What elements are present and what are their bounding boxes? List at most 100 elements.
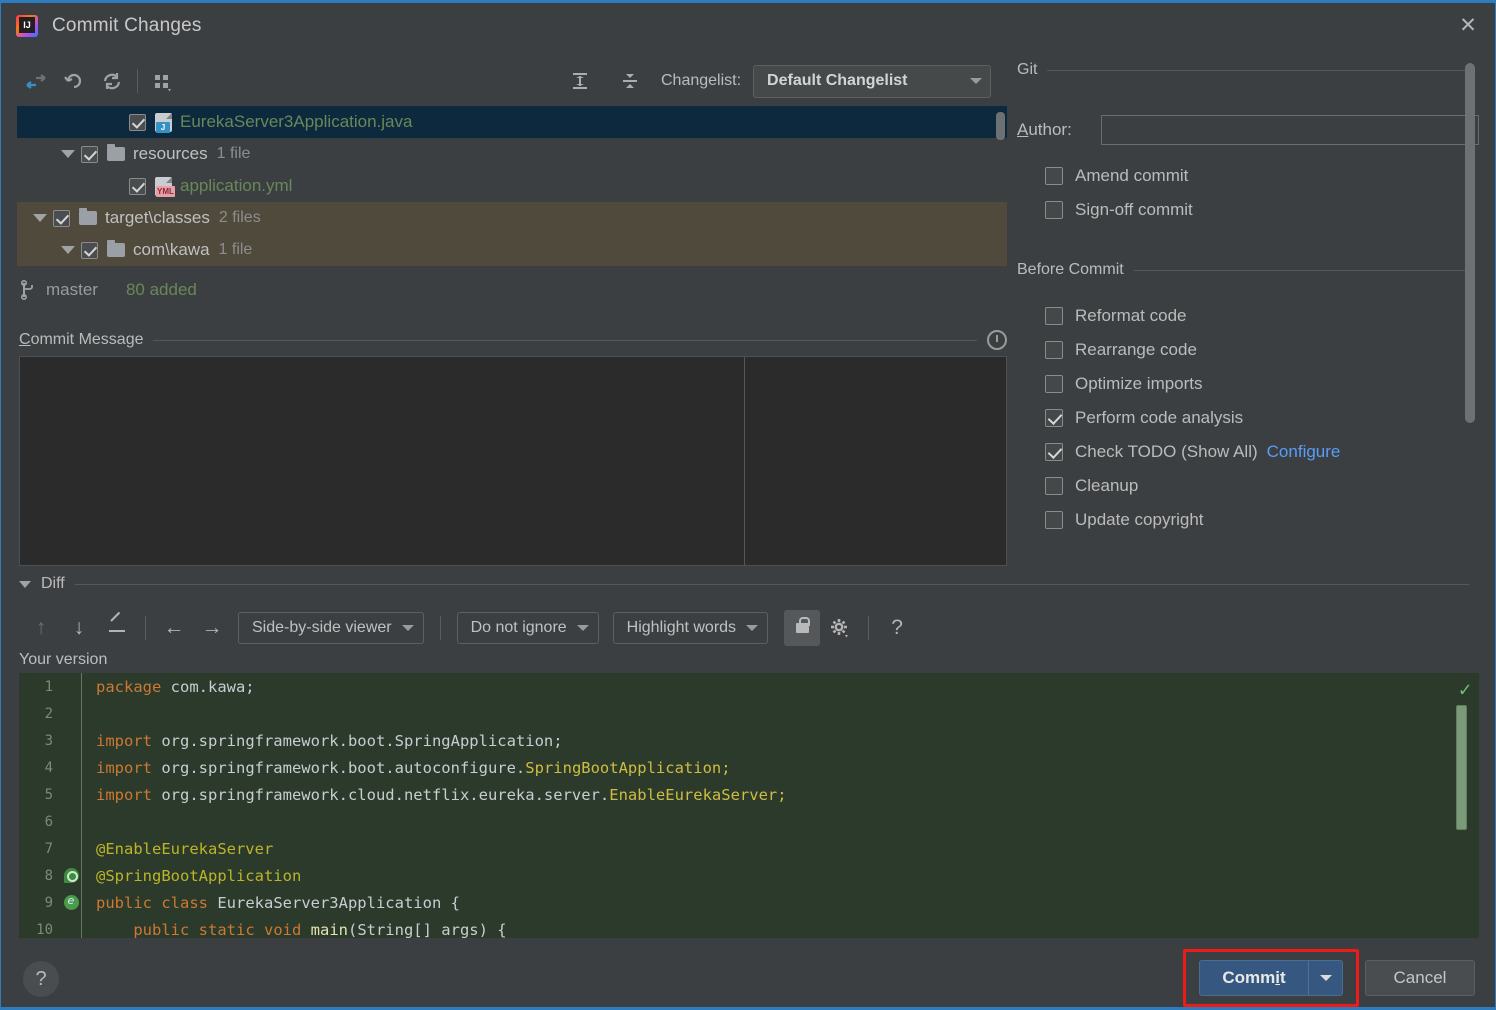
gutter-divider [81, 835, 82, 862]
tree-row[interactable]: resources1 file [17, 138, 1007, 170]
expand-all-icon[interactable] [561, 62, 599, 100]
chevron-down-icon[interactable] [33, 214, 47, 222]
checkbox[interactable] [1045, 511, 1063, 529]
divider [1134, 270, 1469, 271]
changelist-controls: Changelist: Default Changelist [561, 59, 991, 103]
gutter-divider [81, 781, 82, 808]
checkbox-row[interactable]: Amend commit [1017, 159, 1479, 193]
divider [153, 340, 977, 341]
highlight-mode-dropdown[interactable]: Highlight words [613, 612, 768, 644]
commit-message-label-rest: ommit Message [31, 331, 144, 348]
arrow-right-icon[interactable]: → [194, 610, 230, 646]
commit-button[interactable]: Commit [1199, 960, 1343, 996]
tree-row-checkbox[interactable] [53, 210, 70, 227]
ignore-mode-dropdown[interactable]: Do not ignore [457, 612, 599, 644]
tree-row[interactable]: J EurekaServer3Application.java [17, 106, 1007, 138]
changelist-label-text: Changelist: [661, 72, 741, 89]
configure-link[interactable]: Configure [1267, 442, 1341, 462]
clock-history-icon[interactable] [987, 330, 1007, 350]
checkbox-label: Perform code analysis [1075, 408, 1243, 428]
code-token: org.springframework.cloud.netflix.eureka… [161, 786, 609, 804]
checkbox[interactable] [1045, 409, 1063, 427]
chevron-down-icon[interactable] [61, 150, 75, 158]
line-number: 8 [19, 868, 61, 884]
gear-icon[interactable] [822, 610, 858, 646]
commit-button-label: Commit [1200, 961, 1308, 995]
author-row: Author: [1017, 115, 1479, 145]
lock-icon[interactable] [784, 610, 820, 646]
before-commit-section-header: Before Commit [1017, 259, 1479, 281]
diff-code-line: 1package com.kawa; [19, 673, 1479, 700]
diff-code-pane[interactable]: 1package com.kawa;23import org.springfra… [19, 673, 1479, 938]
checkbox[interactable] [1045, 307, 1063, 325]
file-type-badge: J [156, 122, 170, 133]
chevron-down-icon[interactable] [19, 581, 31, 588]
chevron-down-icon[interactable] [61, 246, 75, 254]
checkbox-row[interactable]: Perform code analysis [1017, 401, 1479, 435]
diff-scrollbar[interactable] [1456, 705, 1467, 830]
tree-row-checkbox[interactable] [81, 146, 98, 163]
code-token: EurekaServer3Application { [217, 894, 460, 912]
tree-row-label: EurekaServer3Application.java [180, 112, 412, 132]
changelist-dropdown[interactable]: Default Changelist [753, 65, 991, 98]
checkbox[interactable] [1045, 341, 1063, 359]
code-token: org.springframework.boot.SpringApplicati… [161, 732, 562, 750]
checkbox-row[interactable]: Rearrange code [1017, 333, 1479, 367]
tree-row-checkbox[interactable] [129, 114, 146, 131]
diff-code-line: 6 [19, 808, 1479, 835]
checkbox-row[interactable]: Update copyright [1017, 503, 1479, 537]
tree-row-checkbox[interactable] [81, 242, 98, 259]
checkbox-row[interactable]: Sign-off commit [1017, 193, 1479, 227]
arrow-down-icon[interactable]: ↓ [61, 610, 97, 646]
close-icon[interactable]: ✕ [1445, 3, 1491, 47]
tree-scrollbar[interactable] [996, 112, 1005, 140]
edit-pencil-icon[interactable] [99, 610, 135, 646]
diff-code-line: 10 public static void main(String[] args… [19, 916, 1479, 938]
checkbox[interactable] [1045, 201, 1063, 219]
arrow-left-icon[interactable]: ← [156, 610, 192, 646]
cancel-button[interactable]: Cancel [1365, 960, 1475, 996]
checkbox-row[interactable]: Optimize imports [1017, 367, 1479, 401]
branch-status: master 80 added [19, 275, 197, 305]
question-mark-icon[interactable]: ? [23, 961, 59, 997]
tree-row[interactable]: com\kawa1 file [17, 234, 1007, 266]
commit-message-input[interactable] [19, 356, 1007, 566]
viewer-mode-dropdown[interactable]: Side-by-side viewer [238, 612, 424, 644]
checkbox[interactable] [1045, 167, 1063, 185]
collapse-all-icon[interactable] [611, 62, 649, 100]
diff-code-line: 9public class EurekaServer3Application { [19, 889, 1479, 916]
tree-row[interactable]: YMLapplication.yml [17, 170, 1007, 202]
checkbox-row[interactable]: Cleanup [1017, 469, 1479, 503]
checkbox-label: Reformat code [1075, 306, 1187, 326]
line-number: 7 [19, 841, 61, 857]
checkbox[interactable] [1045, 375, 1063, 393]
refresh-icon[interactable] [93, 62, 131, 100]
question-mark-icon[interactable]: ? [879, 610, 915, 646]
show-diff-icon[interactable] [17, 62, 55, 100]
commit-dropdown-button[interactable] [1308, 961, 1342, 995]
line-number: 3 [19, 733, 61, 749]
checkbox-label: Update copyright [1075, 510, 1204, 530]
checkbox-row[interactable]: Check TODO (Show All)Configure [1017, 435, 1479, 469]
code-token: public [96, 921, 199, 939]
rollback-icon[interactable] [55, 62, 93, 100]
group-by-icon[interactable] [144, 62, 182, 100]
author-field[interactable] [1101, 115, 1479, 145]
author-label: Author: [1017, 120, 1095, 140]
tree-row-checkbox[interactable] [129, 178, 146, 195]
checkbox[interactable] [1045, 477, 1063, 495]
options-scrollbar[interactable] [1465, 63, 1475, 423]
divider [1047, 70, 1469, 71]
code-token: class [161, 894, 217, 912]
code-token: com.kawa; [171, 678, 255, 696]
gutter-divider [81, 916, 82, 938]
changed-files-tree[interactable]: J EurekaServer3Application.java resources1… [17, 106, 1007, 274]
checkbox-row[interactable]: Reformat code [1017, 299, 1479, 333]
tree-row[interactable]: target\classes2 files [17, 202, 1007, 234]
run-class-icon[interactable] [61, 895, 81, 910]
gutter-divider [81, 673, 82, 700]
arrow-up-icon[interactable]: ↑ [23, 610, 59, 646]
page-title: Commit Changes [52, 15, 202, 37]
spring-bean-icon[interactable] [61, 868, 81, 883]
checkbox[interactable] [1045, 443, 1063, 461]
